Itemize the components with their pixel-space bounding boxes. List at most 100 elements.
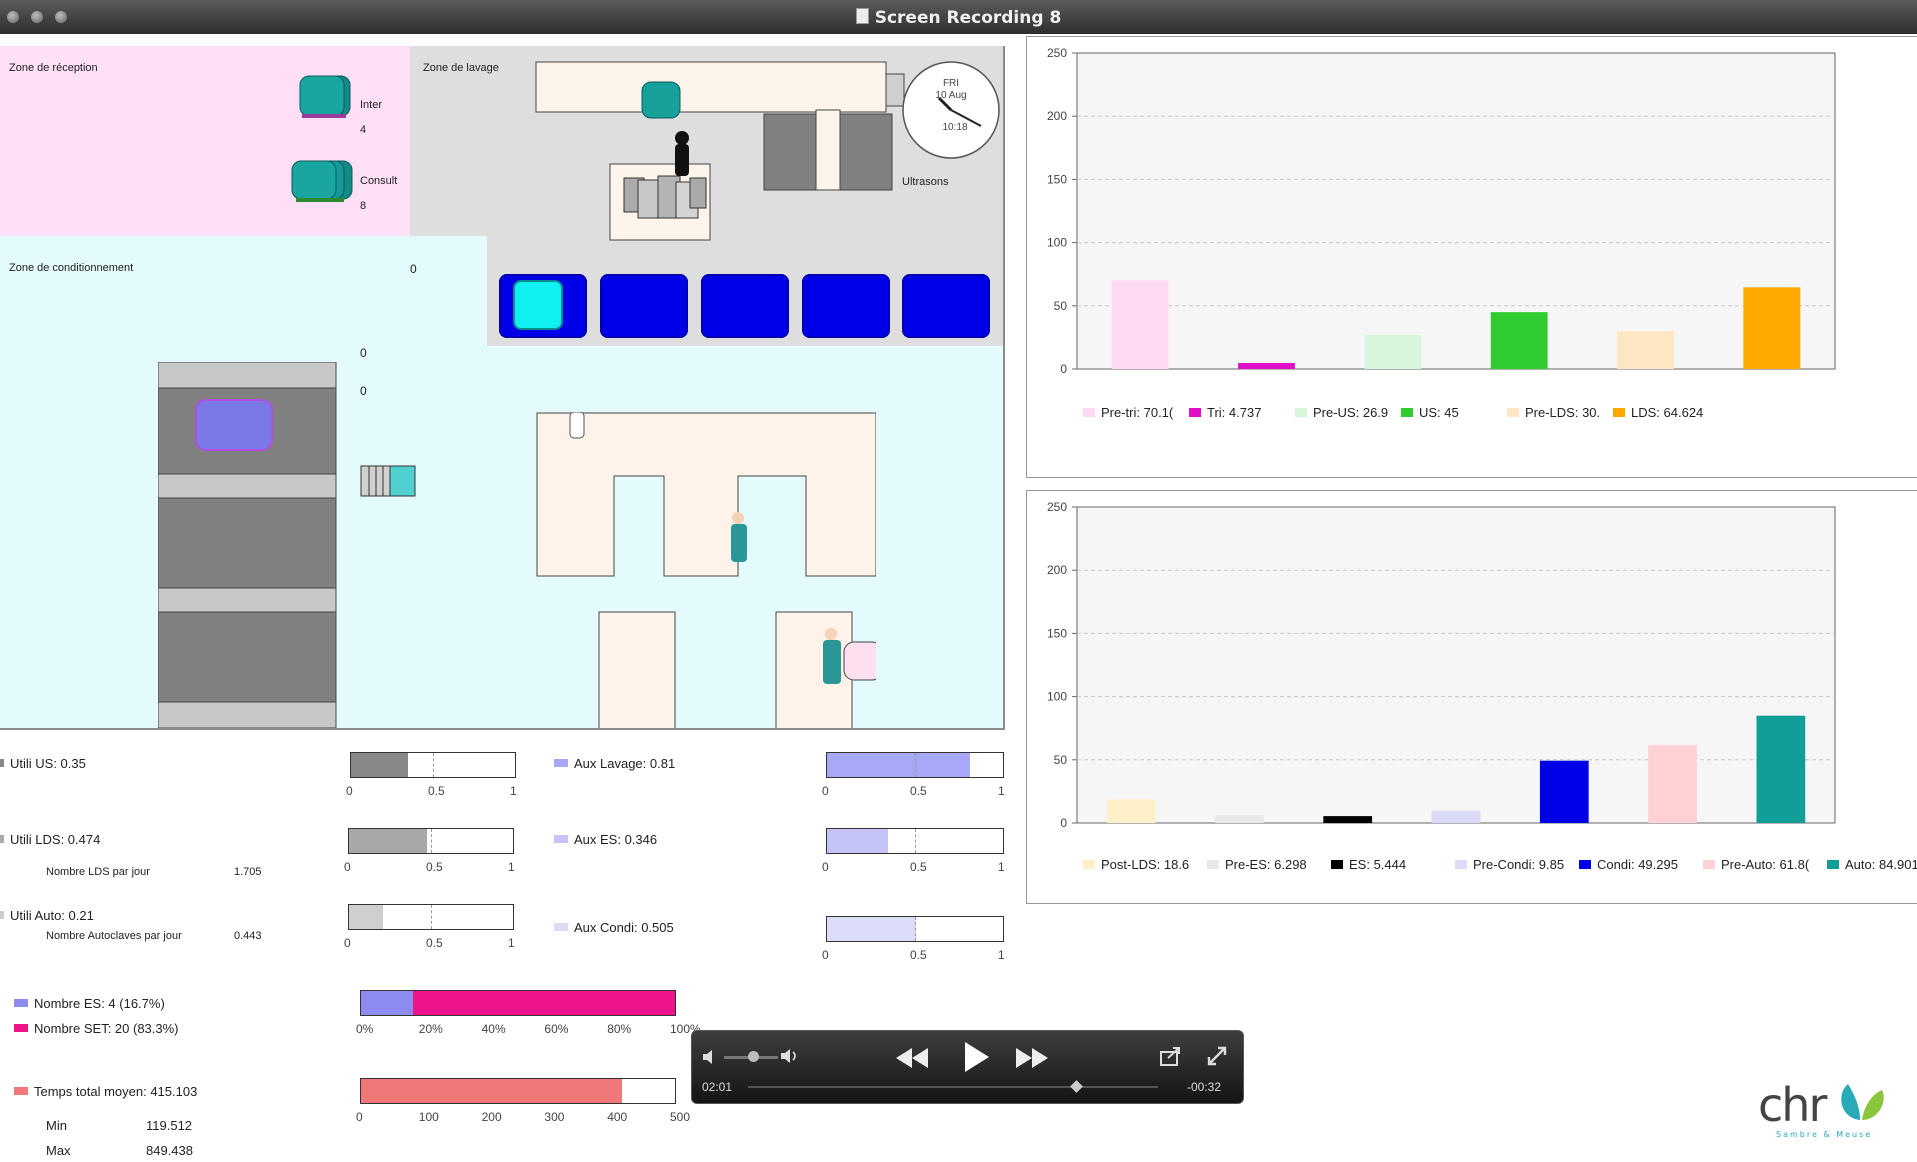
condi-bin-4 <box>802 274 890 338</box>
clock-time: 10:18 <box>942 122 967 133</box>
bottom-chart-bar-pre-auto <box>1648 744 1697 823</box>
top-chart-legend-swatch <box>1613 408 1625 417</box>
auto-per-day-label: Nombre Autoclaves par jour <box>46 930 182 942</box>
top-chart-legend-item: Tri: 4.737 <box>1189 405 1261 420</box>
nombre-set-swatch <box>14 1024 28 1032</box>
top-chart-legend-label: Pre-US: 26.9 <box>1313 405 1389 420</box>
top-chart-bar-us <box>1490 312 1548 369</box>
top-chart-bar-pre-lds <box>1617 331 1674 369</box>
bar-lavage-midline <box>915 753 916 777</box>
ticks-temps-label: 400 <box>607 1110 628 1124</box>
packing-tables <box>536 412 876 728</box>
aux-es-bar <box>826 828 1004 854</box>
ticks-temps-label: 0 <box>356 1110 363 1124</box>
aux-condi-text: Aux Condi: 0.505 <box>574 920 674 935</box>
aux-condi-swatch <box>554 923 568 931</box>
aux-lavage-text: Aux Lavage: 0.81 <box>574 756 676 771</box>
top-chart-legend-label: Tri: 4.737 <box>1207 405 1262 420</box>
utili-auto-bar <box>348 904 514 930</box>
bottom-chart-ytick-label: 50 <box>1054 753 1068 767</box>
top-chart-legend-label: Pre-tri: 70.1( <box>1101 405 1174 420</box>
top-chart-legend-label: LDS: 64.624 <box>1631 405 1704 420</box>
bar-es-midline <box>915 829 916 853</box>
temps-label: Temps total moyen: 415.103 <box>14 1084 197 1099</box>
nombre-es-label: Nombre ES: 4 (16.7%) <box>14 996 165 1011</box>
top-bar-chart-panel: 0 50 100 150 200 250 Pre-tri: 70.1(Tri: 4.737… <box>1026 36 1917 478</box>
bottom-chart-legend-label: Post-LDS: 18.6 <box>1101 857 1190 872</box>
bottom-chart-bar-auto <box>1756 715 1806 823</box>
bar-lds-midline <box>431 829 432 853</box>
top-chart-ytick-label: 150 <box>1047 172 1067 186</box>
min-value: 119.512 <box>146 1118 193 1133</box>
aux-lavage-bar <box>826 752 1004 778</box>
ticks-condi-label: 0 <box>822 948 829 962</box>
bottom-chart-legend-item: Pre-Auto: 61.8( <box>1703 857 1809 872</box>
ticks-es-label: 0 <box>822 860 829 874</box>
utili-us-text: Utili US: 0.35 <box>10 756 86 771</box>
top-chart-bar-lds <box>1743 287 1801 369</box>
bottom-chart-legend-item: ES: 5.444 <box>1331 857 1406 872</box>
ticks-lds-label: 0 <box>344 860 351 874</box>
utili-lds-swatch <box>0 835 4 843</box>
bottom-chart-bar-pre-condi <box>1431 810 1481 823</box>
aux-lavage-label: Aux Lavage: 0.81 <box>554 756 675 771</box>
bottom-bar-chart-panel: 0 50 100 150 200 250 Post-LDS: 18.6 Pre-ES: 6.… <box>1026 490 1917 904</box>
share-icon[interactable] <box>1159 1045 1183 1067</box>
ticks-pct-label: 60% <box>544 1022 569 1036</box>
ticks-pct-label: 40% <box>481 1022 506 1036</box>
bar-es-fill <box>827 829 888 853</box>
bar-temps-fill <box>361 1079 622 1103</box>
nombre-es-swatch <box>14 999 28 1007</box>
scrub-bar[interactable] <box>748 1086 1158 1088</box>
ticks-pct-label: 80% <box>607 1022 632 1036</box>
bottom-chart-bar-pre-es <box>1215 815 1264 823</box>
ticks-pct-label: 0% <box>356 1022 374 1036</box>
bar-auto-fill <box>349 905 384 929</box>
autoclave-top-counter: 0 <box>360 346 367 360</box>
bottom-chart-legend-item: Auto: 84.901 <box>1827 857 1917 872</box>
ticks-us-label: 0 <box>346 784 353 798</box>
bottom-chart-legend-swatch <box>1207 860 1219 869</box>
volume-slider-knob[interactable] <box>748 1051 760 1062</box>
volume-high-icon[interactable] <box>780 1047 802 1065</box>
nombre-es-text: Nombre ES: 4 (16.7%) <box>34 996 165 1011</box>
inter-trolley-icon <box>299 75 351 118</box>
top-chart-bar-pre-tri <box>1111 280 1169 369</box>
scrub-bar-knob[interactable] <box>1070 1080 1083 1093</box>
bottom-chart-bar-es <box>1323 816 1373 823</box>
rewind-button[interactable] <box>894 1045 930 1071</box>
top-chart-legend-label: US: 45 <box>1419 405 1459 420</box>
reception-zone-label: Zone de réception <box>9 62 98 74</box>
bottom-chart-legend-item: Pre-ES: 6.298 <box>1207 857 1307 872</box>
top-chart-legend-item: LDS: 64.624 <box>1613 405 1703 420</box>
temps-swatch <box>14 1087 28 1095</box>
condi-bin-1 <box>499 274 587 338</box>
bottom-chart-legend-label: Condi: 49.295 <box>1597 857 1678 872</box>
es-segment <box>361 991 414 1015</box>
remaining-time: -00:32 <box>1187 1080 1222 1094</box>
ticks-auto-label: 1 <box>508 936 515 950</box>
top-chart-ytick-label: 0 <box>1060 362 1067 376</box>
bottom-chart-legend-swatch <box>1455 860 1467 869</box>
window-title-text: Screen Recording 8 <box>874 8 1062 28</box>
ticks-lavage-label: 0 <box>822 784 829 798</box>
bottom-chart-legend-label: Pre-Condi: 9.85 <box>1473 857 1565 872</box>
ticks-lds-label: 1 <box>508 860 515 874</box>
ticks-temps-label: 100 <box>418 1110 439 1124</box>
utili-lds-text: Utili LDS: 0.474 <box>10 832 101 847</box>
lavage-zone-label: Zone de lavage <box>423 62 499 74</box>
fullscreen-icon[interactable] <box>1206 1045 1228 1067</box>
min-label: Min <box>46 1118 67 1133</box>
bar-lds-fill <box>349 829 427 853</box>
simulation-clock: FRI 10 Aug 10:18 <box>902 61 1000 159</box>
bottom-chart-ytick-label: 100 <box>1047 690 1067 704</box>
lds-per-day-label: Nombre LDS par jour <box>46 866 150 878</box>
fast-forward-button[interactable] <box>1014 1045 1050 1071</box>
bar-condi-fill <box>827 917 916 941</box>
video-player-controls: 02:01 -00:32 <box>691 1030 1244 1104</box>
ticks-temps-label: 300 <box>544 1110 565 1124</box>
volume-low-icon[interactable] <box>702 1049 720 1065</box>
bar-auto-midline <box>431 905 432 929</box>
play-button[interactable] <box>962 1039 992 1075</box>
top-chart-ytick-label: 100 <box>1047 236 1067 250</box>
